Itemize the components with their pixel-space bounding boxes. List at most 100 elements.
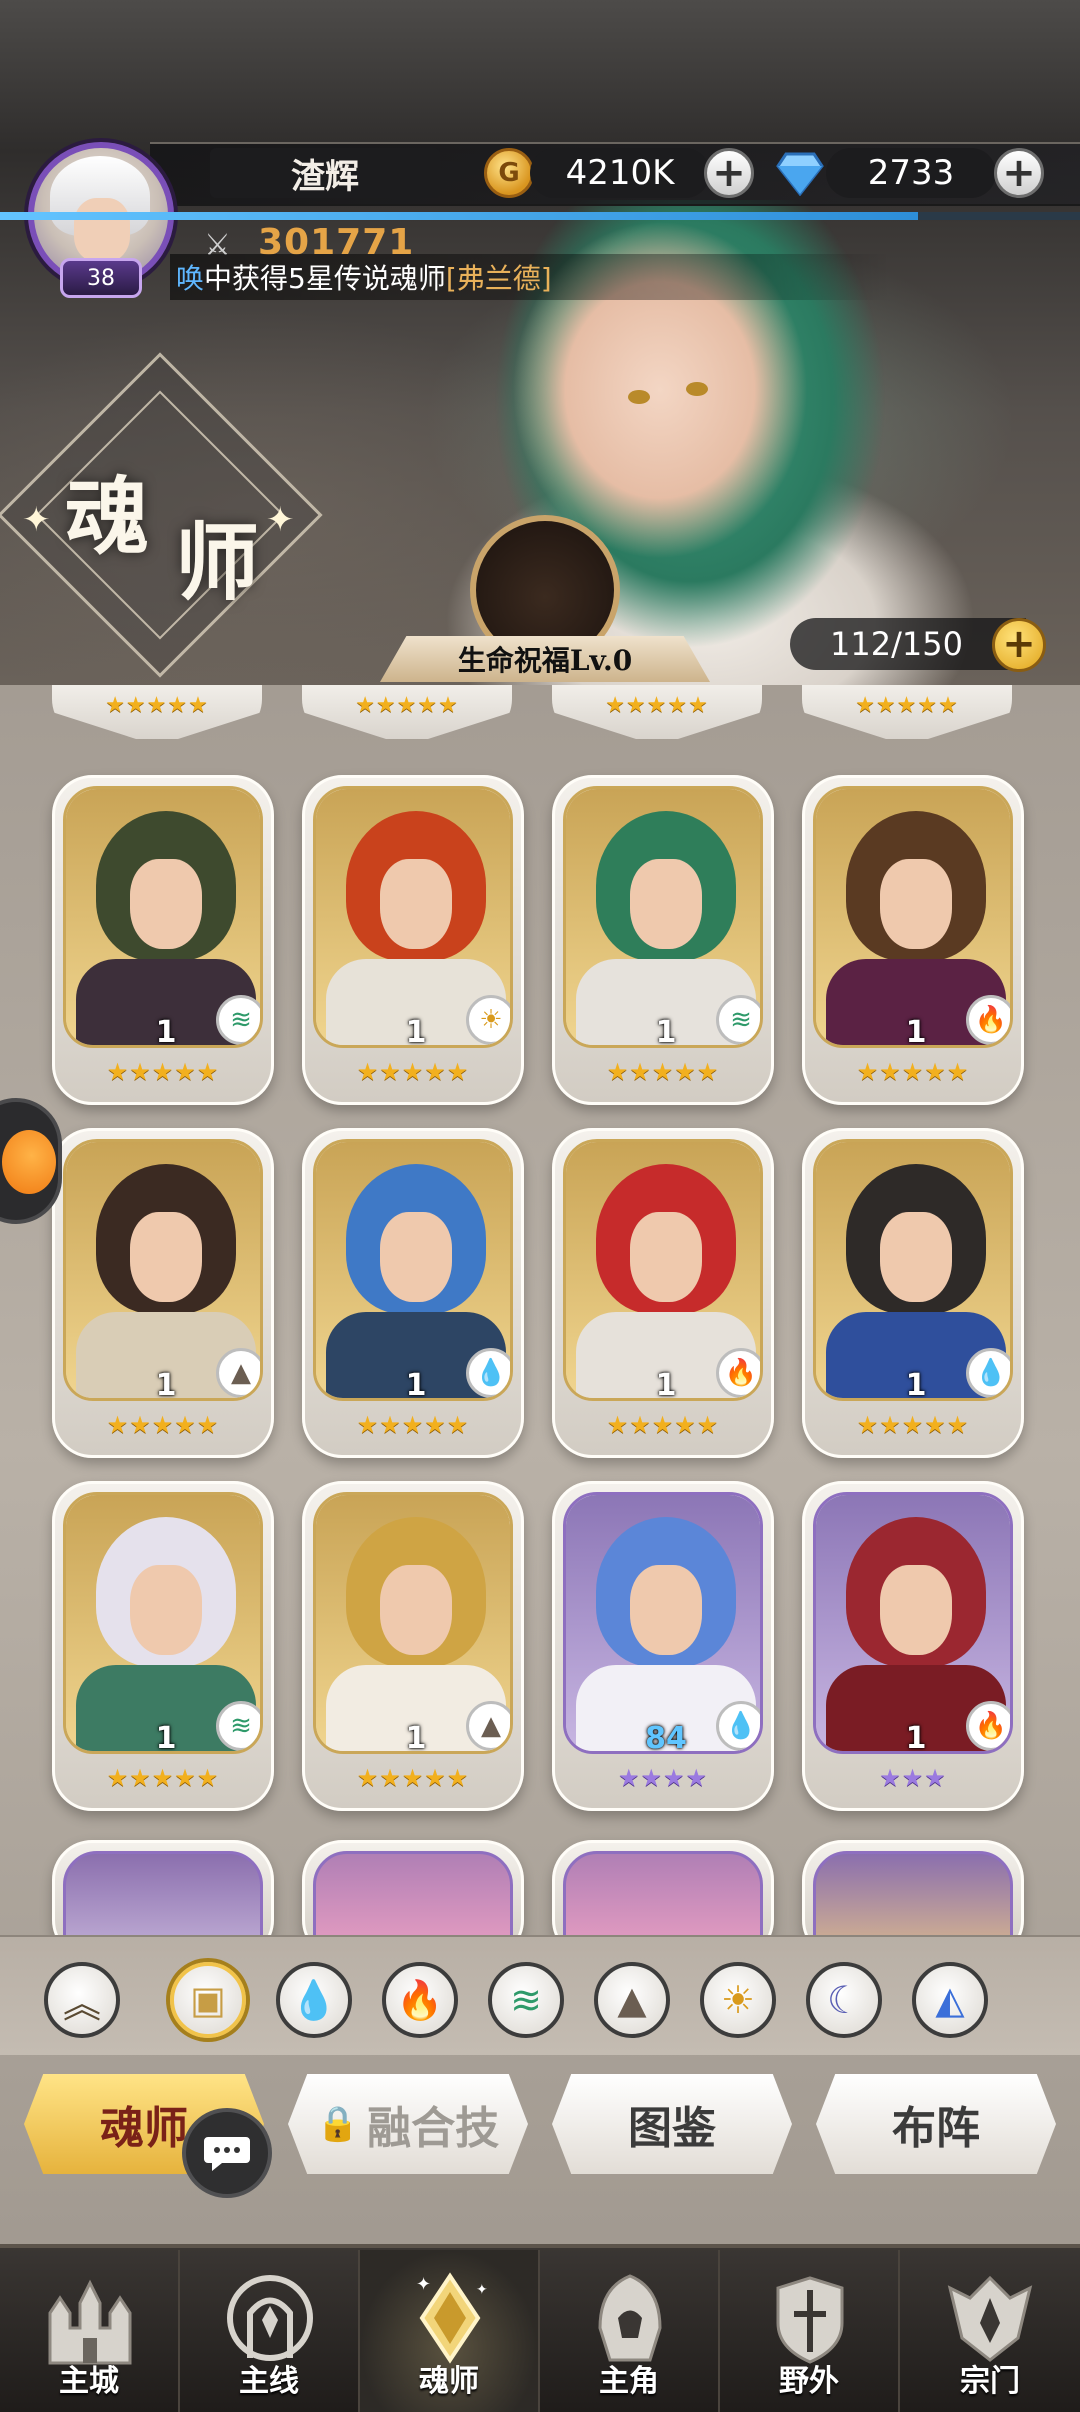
star-rating: ★★★★★ — [856, 1058, 970, 1086]
hero-card[interactable]: 1 ▲ ★★★★★ — [302, 1481, 524, 1811]
gold-coin-icon: G — [484, 148, 534, 198]
gate-icon — [227, 2275, 313, 2361]
soul-master-grid[interactable]: ★★★★★ ★★★★★ ★★★★★ ★★★★★ 1 ≋ ★★★★★ 1 ☀ ★★★★★ 1 ≋… — [0, 685, 1080, 1935]
special-filter[interactable]: ◭ — [912, 1962, 988, 2038]
hero-card-partial[interactable] — [302, 1840, 524, 1935]
prev-row-card[interactable]: ★★★★★ — [52, 685, 262, 739]
nav-main-line[interactable]: 主线 — [180, 2250, 360, 2412]
hero-card[interactable]: 1 🔥 ★★★★★ — [802, 775, 1024, 1105]
lock-icon: 🔒 — [316, 2104, 360, 2144]
nav-protagonist[interactable]: 主角 — [540, 2250, 720, 2412]
hooded-figure-icon — [598, 2274, 662, 2362]
exp-bar — [0, 212, 1080, 220]
pet-icon — [2, 1130, 56, 1194]
hero-portrait: 1 💧 — [813, 1139, 1013, 1401]
hero-portrait: 1 ▲ — [63, 1139, 263, 1401]
star-rating: ★★★★ — [617, 1764, 709, 1792]
hero-level: 84 — [645, 1721, 687, 1754]
nav-main-city[interactable]: 主城 — [0, 2250, 180, 2412]
chat-button[interactable] — [182, 2108, 272, 2198]
water-element-icon: 💧 — [966, 1348, 1010, 1398]
hero-card[interactable]: 1 ≋ ★★★★★ — [552, 775, 774, 1105]
shield-sword-icon — [776, 2276, 844, 2364]
hero-portrait: 1 ▲ — [313, 1492, 513, 1754]
hero-portrait: 1 💧 — [313, 1139, 513, 1401]
hero-card[interactable]: 1 ▲ ★★★★★ — [52, 1128, 274, 1458]
earth-filter[interactable]: ▲ — [594, 1962, 670, 2038]
water-element-icon: 💧 — [466, 1348, 510, 1398]
hero-level: 1 — [155, 1368, 177, 1401]
svg-text:✦: ✦ — [416, 2274, 431, 2295]
star-rating: ★★★★★ — [856, 1411, 970, 1439]
hero-card[interactable]: 1 💧 ★★★★★ — [302, 1128, 524, 1458]
star-rating: ★★★★★ — [356, 1764, 470, 1792]
hero-card[interactable]: 84 💧 ★★★★ — [552, 1481, 774, 1811]
hero-card-partial[interactable] — [52, 1840, 274, 1935]
player-avatar[interactable]: 38 — [18, 142, 184, 300]
svg-text:✦: ✦ — [476, 2282, 488, 2298]
wind-filter[interactable]: ≋ — [488, 1962, 564, 2038]
star-rating: ★★★★★ — [606, 1058, 720, 1086]
nav-sect[interactable]: 宗门 — [900, 2250, 1080, 2412]
light-filter[interactable]: ☀ — [700, 1962, 776, 2038]
nav-wild[interactable]: 野外 — [720, 2250, 900, 2412]
wind-element-icon: ≋ — [716, 995, 760, 1045]
crystal-icon: ✦ ✦ — [416, 2272, 488, 2364]
expand-capacity-button[interactable]: + — [992, 618, 1046, 672]
wind-element-icon: ≋ — [216, 995, 260, 1045]
hero-level: 1 — [155, 1015, 177, 1048]
hero-level: 1 — [905, 1015, 927, 1048]
hero-card[interactable]: 1 💧 ★★★★★ — [802, 1128, 1024, 1458]
wind-element-icon: ≋ — [216, 1701, 260, 1751]
box-filter[interactable]: ▣ — [170, 1962, 246, 2038]
player-level-badge: 38 — [60, 258, 142, 298]
tab-fusion-skill[interactable]: 🔒 融合技 — [288, 2074, 528, 2174]
prev-row-card[interactable]: ★★★★★ — [552, 685, 762, 739]
dark-filter[interactable]: ☾ — [806, 1962, 882, 2038]
hero-level: 1 — [405, 1368, 427, 1401]
water-filter[interactable]: 💧 — [276, 1962, 352, 2038]
hero-card[interactable]: 1 ≋ ★★★★★ — [52, 1481, 274, 1811]
hero-card-partial[interactable] — [552, 1840, 774, 1935]
fire-element-icon: 🔥 — [716, 1348, 760, 1398]
crest-icon — [947, 2275, 1033, 2362]
coin-amount: 4210K — [530, 148, 710, 198]
prev-row-card[interactable]: ★★★★★ — [802, 685, 1012, 739]
hero-level: 1 — [905, 1368, 927, 1401]
hero-level: 1 — [405, 1015, 427, 1048]
floating-pet-button[interactable] — [0, 1098, 62, 1224]
hero-card[interactable]: 1 🔥 ★★★★★ — [552, 1128, 774, 1458]
diamond-icon — [776, 152, 824, 196]
hero-card[interactable]: 1 🔥 ★★★ — [802, 1481, 1024, 1811]
castle-icon — [48, 2279, 132, 2365]
hero-card[interactable]: 1 ≋ ★★★★★ — [52, 775, 274, 1105]
hero-card-partial[interactable] — [802, 1840, 1024, 1935]
diamond-amount: 2733 — [826, 148, 996, 198]
star-rating: ★★★ — [879, 1764, 947, 1792]
announcement-marquee: 唤 中获得5星传说魂师 [弗兰德] — [170, 254, 890, 300]
hero-level: 1 — [905, 1721, 927, 1754]
all-filter[interactable]: ︽ — [44, 1962, 120, 2038]
tab-codex[interactable]: 图鉴 — [552, 2074, 792, 2174]
fire-filter[interactable]: 🔥 — [382, 1962, 458, 2038]
roster-capacity: 112/150 — [790, 618, 1026, 670]
add-diamonds-button[interactable]: + — [994, 148, 1044, 198]
hero-portrait: 1 ≋ — [63, 1492, 263, 1754]
blessing-level-label[interactable]: 生命祝福Lv.0 — [380, 636, 710, 682]
hero-portrait: 1 🔥 — [813, 1492, 1013, 1754]
nav-soul-master[interactable]: ✦ ✦ 魂师 — [360, 2250, 540, 2412]
prev-row-card[interactable]: ★★★★★ — [302, 685, 512, 739]
hero-portrait: 1 ☀ — [313, 786, 513, 1048]
tab-formation[interactable]: 布阵 — [816, 2074, 1056, 2174]
star-rating: ★★★★★ — [606, 1411, 720, 1439]
star-rating: ★★★★★ — [356, 1058, 470, 1086]
earth-element-icon: ▲ — [216, 1348, 260, 1398]
hero-portrait: 1 🔥 — [813, 786, 1013, 1048]
sparkle-icon: ✦ — [22, 500, 51, 540]
water-element-icon: 💧 — [716, 1701, 760, 1751]
add-coins-button[interactable]: + — [704, 148, 754, 198]
star-rating: ★★★★★ — [356, 1411, 470, 1439]
earth-element-icon: ▲ — [466, 1701, 510, 1751]
hero-card[interactable]: 1 ☀ ★★★★★ — [302, 775, 524, 1105]
page-title: 魂 师 — [65, 467, 260, 612]
